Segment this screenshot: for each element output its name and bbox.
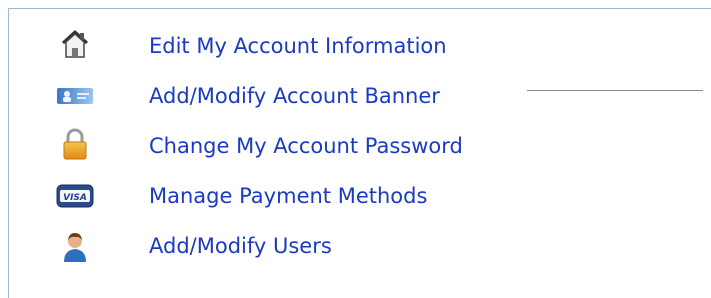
visa-card-icon: VISA (55, 179, 95, 213)
account-banner-link[interactable]: Add/Modify Account Banner (149, 83, 440, 109)
manage-payment-methods-link[interactable]: Manage Payment Methods (149, 183, 427, 209)
user-icon (55, 229, 95, 263)
menu-item-payment-methods: VISA Manage Payment Methods (9, 183, 709, 235)
menu-item-edit-account: Edit My Account Information (9, 30, 709, 85)
divider-line (527, 90, 703, 91)
change-password-link[interactable]: Change My Account Password (149, 133, 463, 159)
account-menu-panel: Edit My Account Information Add/Modify A… (8, 8, 711, 298)
edit-account-information-link[interactable]: Edit My Account Information (149, 33, 447, 59)
padlock-icon (55, 127, 95, 161)
add-modify-users-link[interactable]: Add/Modify Users (149, 233, 332, 259)
home-icon (55, 27, 95, 61)
menu-item-account-banner: Add/Modify Account Banner (9, 83, 709, 135)
id-card-icon (55, 79, 95, 113)
menu-item-users: Add/Modify Users (9, 233, 709, 285)
visa-text: VISA (63, 193, 87, 203)
menu-item-change-password: Change My Account Password (9, 128, 709, 185)
